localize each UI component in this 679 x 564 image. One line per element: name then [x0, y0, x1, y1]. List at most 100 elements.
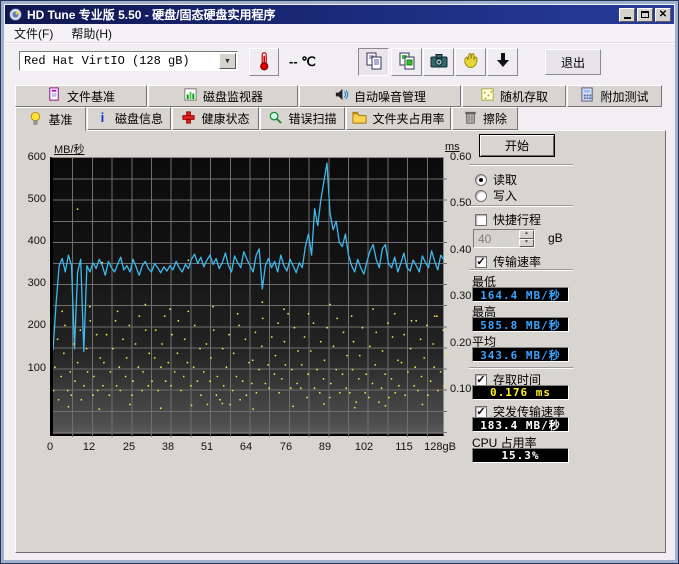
x-tick: 76: [280, 441, 292, 453]
copy-image-button[interactable]: [391, 48, 422, 76]
read-mode-label: 读取: [493, 171, 517, 188]
drive-selector-value: Red Hat VirtIO (128 gB): [20, 54, 219, 68]
chevron-down-icon[interactable]: ▼: [219, 53, 236, 69]
x-tick: 102: [355, 441, 373, 453]
menu-help[interactable]: 帮助(H): [62, 23, 121, 44]
donate-button[interactable]: [455, 48, 486, 76]
tab-label: 磁盘监视器: [203, 88, 263, 105]
short-stroke-size-stepper[interactable]: 40 ▲▼: [473, 229, 535, 248]
tab-strip-filler: [663, 85, 665, 107]
y-left-tick: 600: [18, 151, 46, 163]
x-tick: 89: [319, 441, 331, 453]
toolbar: Red Hat VirtIO (128 gB) ▼ -- ℃ 退出: [5, 43, 674, 83]
minimize-button[interactable]: [619, 8, 635, 22]
x-tick: 0: [47, 441, 53, 453]
save-button[interactable]: [487, 48, 518, 76]
y-left-tick: 200: [18, 319, 46, 331]
copy-image-icon: [397, 51, 417, 74]
window-controls: ✕: [619, 8, 671, 22]
maximize-button[interactable]: [637, 8, 653, 22]
window-title: HD Tune 专业版 5.50 - 硬盘/固态硬盘实用程序: [27, 6, 619, 23]
y-left-tick: 400: [18, 235, 46, 247]
tab-label: 基准: [48, 111, 72, 128]
title-bar[interactable]: HD Tune 专业版 5.50 - 硬盘/固态硬盘实用程序 ✕: [5, 5, 674, 24]
tab-bottom-3[interactable]: 健康状态: [172, 107, 259, 130]
file-benchmark-icon: [47, 87, 62, 105]
exit-button[interactable]: 退出: [545, 49, 601, 75]
tab-top-3[interactable]: 自动噪音管理: [299, 85, 461, 107]
copy-text-button[interactable]: [358, 48, 389, 76]
tab-bottom-2[interactable]: i 磁盘信息: [87, 107, 171, 130]
write-mode-label: 写入: [493, 187, 517, 204]
drive-selector[interactable]: Red Hat VirtIO (128 gB) ▼: [19, 51, 238, 71]
stepper-down-icon[interactable]: ▼: [519, 239, 534, 248]
health-icon: [181, 110, 196, 128]
tab-bottom-6[interactable]: 擦除: [452, 107, 518, 130]
y-right-tick: 0.30: [450, 290, 471, 302]
benchmark-tab-page: MB/秒 ms 6005004003002001000.600.500.400.…: [15, 130, 666, 553]
benchmark-bulb-icon: [28, 111, 43, 129]
checkbox-checked-icon: ✓: [475, 256, 487, 268]
benchmark-chart: [50, 157, 444, 436]
screenshot-button[interactable]: [423, 48, 454, 76]
tab-top-1[interactable]: 文件基准: [15, 85, 147, 107]
read-mode-radio[interactable]: 读取: [475, 171, 517, 188]
short-stroke-size-value: 40: [474, 230, 519, 247]
y-left-axis-label: MB/秒: [54, 141, 85, 157]
tab-label: 文件基准: [67, 88, 115, 105]
short-stroke-unit-label: gB: [548, 231, 563, 245]
stepper-buttons[interactable]: ▲▼: [519, 230, 534, 247]
menu-bar: 文件(F) 帮助(H): [5, 24, 674, 43]
svg-text:i: i: [101, 110, 105, 125]
benchmark-chart-canvas: [53, 158, 447, 437]
disk-info-icon: i: [95, 110, 110, 128]
tab-top-2[interactable]: 磁盘监视器: [148, 85, 298, 107]
disk-monitor-icon: [183, 87, 198, 105]
close-button[interactable]: ✕: [655, 8, 671, 22]
short-stroke-checkbox[interactable]: 快捷行程: [475, 211, 541, 228]
min-transfer-rate-display: 164.4 MB/秒: [472, 287, 569, 302]
menu-file[interactable]: 文件(F): [5, 23, 62, 44]
tab-label: 随机存取: [500, 88, 548, 105]
copy-text-icon: [364, 51, 384, 74]
separator: [469, 367, 573, 369]
transfer-rate-checkbox[interactable]: ✓ 传输速率: [475, 253, 541, 270]
tab-strip-bottom: 基准 i 磁盘信息健康状态 错误扫描文件夹占用率擦除: [15, 107, 666, 130]
tab-label: 错误扫描: [288, 110, 336, 127]
x-tick: 64: [240, 441, 252, 453]
minimize-icon: [624, 17, 631, 19]
tab-strip-filler: [519, 107, 665, 130]
random-access-icon: [480, 87, 495, 105]
temperature-unit: ℃: [301, 54, 316, 69]
error-scan-icon: [268, 110, 283, 128]
close-icon: ✕: [659, 10, 667, 20]
y-right-tick: 0.50: [450, 197, 471, 209]
x-tick: 12: [83, 441, 95, 453]
tab-bottom-4[interactable]: 错误扫描: [260, 107, 345, 130]
tab-bottom-5[interactable]: 文件夹占用率: [346, 107, 451, 130]
stepper-up-icon[interactable]: ▲: [519, 230, 534, 239]
x-tick: 128gB: [424, 441, 456, 453]
burst-rate-display: 183.4 MB/秒: [472, 417, 569, 432]
tab-strip-top: 文件基准 磁盘监视器 自动噪音管理 随机存取 附加测试: [15, 85, 666, 107]
temperature-value: --: [289, 54, 298, 69]
tab-label: 自动噪音管理: [354, 88, 426, 105]
avg-transfer-rate-display: 343.6 MB/秒: [472, 347, 569, 362]
radio-unselected-icon: [475, 190, 487, 202]
tab-top-5[interactable]: 附加测试: [567, 85, 662, 107]
radio-selected-icon: [475, 174, 487, 186]
y-right-tick: 0.20: [450, 337, 471, 349]
tab-label: 磁盘信息: [115, 110, 163, 127]
temperature-button[interactable]: [249, 48, 279, 76]
erase-trash-icon: [463, 110, 478, 128]
aam-speaker-icon: [334, 87, 349, 105]
tab-top-4[interactable]: 随机存取: [462, 85, 566, 107]
separator: [469, 269, 573, 271]
write-mode-radio[interactable]: 写入: [475, 187, 517, 204]
start-button[interactable]: 开始: [479, 134, 555, 157]
access-time-display: 0.176 ms: [472, 385, 569, 400]
tab-bottom-1[interactable]: 基准: [15, 107, 86, 131]
temperature-readout: -- ℃: [289, 54, 316, 70]
thermometer-icon: [254, 51, 274, 74]
y-left-tick: 100: [18, 362, 46, 374]
